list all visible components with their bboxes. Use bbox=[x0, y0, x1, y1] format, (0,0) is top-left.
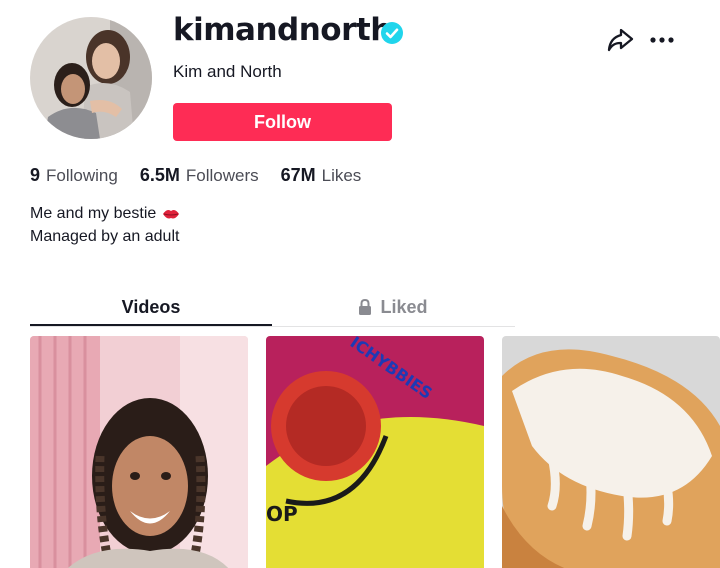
following-stat[interactable]: 9 Following bbox=[30, 165, 118, 186]
video-thumbnail[interactable] bbox=[502, 336, 720, 568]
profile-page: kimandnorth Kim and North Follow 9 Follo… bbox=[0, 0, 720, 568]
following-count: 9 bbox=[30, 165, 41, 185]
package-bottom-text: OP bbox=[266, 502, 298, 526]
tab-liked[interactable]: Liked bbox=[272, 290, 514, 324]
bio-text-1: Me and my bestie bbox=[30, 205, 157, 222]
bio: Me and my bestie Managed by an adult bbox=[30, 202, 180, 248]
likes-count: 67M bbox=[280, 165, 316, 185]
profile-stats: 9 Following 6.5M Followers 67M Likes bbox=[30, 165, 383, 186]
tab-liked-label: Liked bbox=[380, 296, 428, 317]
bio-text-2: Managed by an adult bbox=[30, 228, 180, 245]
lock-icon bbox=[359, 299, 372, 315]
verified-check-icon bbox=[381, 22, 403, 44]
likes-stat: 67M Likes bbox=[281, 165, 362, 186]
followers-label: Followers bbox=[185, 166, 259, 185]
nickname: Kim and North bbox=[173, 62, 282, 81]
following-label: Following bbox=[46, 166, 118, 185]
share-arrow-icon[interactable] bbox=[606, 27, 634, 53]
video-thumbnail[interactable] bbox=[30, 336, 248, 568]
bio-line-1: Me and my bestie bbox=[30, 202, 180, 225]
more-dots-icon[interactable] bbox=[648, 30, 676, 50]
profile-tabs: Videos Liked bbox=[30, 290, 515, 327]
followers-count: 6.5M bbox=[139, 165, 180, 185]
likes-label: Likes bbox=[321, 166, 362, 185]
bio-line-2: Managed by an adult bbox=[30, 225, 180, 248]
follow-button[interactable]: Follow bbox=[173, 103, 392, 141]
followers-stat[interactable]: 6.5M Followers bbox=[140, 165, 259, 186]
tab-videos[interactable]: Videos bbox=[30, 290, 272, 324]
lips-kiss-icon bbox=[163, 209, 180, 218]
username: kimandnorth bbox=[173, 12, 392, 48]
active-tab-indicator bbox=[30, 324, 272, 326]
tab-videos-label: Videos bbox=[121, 296, 181, 317]
video-thumbnail[interactable]: ICHYBBIES OP bbox=[266, 336, 484, 568]
avatar[interactable] bbox=[30, 17, 152, 139]
